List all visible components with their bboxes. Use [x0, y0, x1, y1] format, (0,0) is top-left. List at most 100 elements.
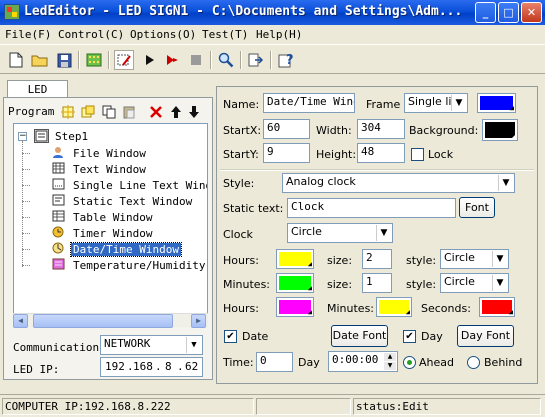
chevron-down-icon: ◢	[405, 308, 410, 316]
clock-label: Clock	[223, 228, 253, 241]
toolbar-separator	[240, 51, 242, 69]
static-text-label: Static text:	[223, 202, 284, 215]
communication-select[interactable]: NETWORK ▼	[100, 335, 203, 355]
frame-select[interactable]: Single line ▼	[404, 93, 468, 113]
person-icon	[52, 146, 67, 160]
frame-color-picker[interactable]: ◢	[477, 93, 516, 113]
behind-radio[interactable]	[467, 356, 480, 369]
minimize-button[interactable]: _	[475, 2, 496, 23]
hours-color-picker[interactable]: ◢	[276, 249, 314, 269]
hours-size-label: size:	[327, 254, 353, 267]
day-checkbox[interactable]: ✔	[403, 330, 416, 343]
height-field[interactable]: 48	[357, 143, 405, 163]
seconds-color-picker[interactable]: ◢	[479, 297, 515, 317]
scroll-right-icon[interactable]: ▶	[191, 314, 206, 328]
startx-field[interactable]: 60	[263, 119, 310, 139]
tree-label: Text Window	[73, 162, 146, 176]
grid-icon	[52, 162, 67, 176]
background-label: Background:	[409, 124, 479, 137]
collapse-icon[interactable]: −	[18, 132, 27, 141]
date-font-button[interactable]: Date Font	[331, 325, 388, 347]
paste-icon[interactable]	[122, 105, 136, 119]
minutes-color-picker[interactable]: ◢	[276, 273, 314, 293]
tree-item[interactable]: Timer Window	[22, 226, 154, 240]
scroll-thumb[interactable]	[33, 314, 173, 328]
tab-led-sign1[interactable]: LED SIGN1	[7, 80, 68, 113]
lock-checkbox[interactable]	[411, 148, 424, 161]
ahead-radio[interactable]	[403, 356, 416, 369]
tree-connector	[22, 265, 30, 266]
add-window-icon[interactable]	[61, 105, 75, 119]
menu-options[interactable]: Options(O)	[130, 28, 196, 41]
edit-program-icon[interactable]	[114, 50, 134, 70]
minutes-style-select[interactable]: Circle ▼	[440, 273, 509, 293]
step-play-icon[interactable]	[163, 50, 183, 70]
hours-size-field[interactable]: 2	[362, 249, 392, 269]
stop-icon[interactable]	[186, 50, 206, 70]
open-folder-icon[interactable]	[30, 50, 50, 70]
font-button[interactable]: Font	[459, 197, 495, 218]
maximize-button[interactable]: □	[498, 2, 519, 23]
style-select[interactable]: Analog clock ▼	[282, 173, 515, 193]
day-time-spinner[interactable]: 0:00:00 ▲ ▼	[328, 351, 398, 372]
scroll-left-icon[interactable]: ◀	[13, 314, 28, 328]
divider	[220, 169, 534, 171]
title-bar: LedEditor - LED SIGN1 - C:\Documents and…	[0, 0, 545, 25]
menu-test[interactable]: Test(T)	[202, 28, 248, 41]
copy-icon[interactable]	[102, 105, 116, 119]
spin-down-icon[interactable]: ▼	[384, 362, 396, 370]
menu-control[interactable]: Control(C)	[58, 28, 124, 41]
minutes-size-field[interactable]: 1	[362, 273, 392, 293]
day-label: Day	[421, 330, 443, 343]
send-icon[interactable]	[246, 50, 266, 70]
move-down-icon[interactable]	[187, 105, 201, 119]
ip-octet: 168	[133, 360, 153, 373]
delete-icon[interactable]	[149, 105, 163, 119]
new-file-icon[interactable]	[6, 50, 26, 70]
chevron-down-icon: ◢	[509, 104, 514, 112]
time-field[interactable]: 0	[256, 352, 293, 372]
menu-file[interactable]: File(F)	[5, 28, 51, 41]
clock-select[interactable]: Circle ▼	[287, 223, 393, 243]
spin-up-icon[interactable]: ▲	[384, 353, 396, 361]
led-screen-icon[interactable]	[84, 50, 104, 70]
tree-item[interactable]: Single Line Text Wind	[22, 178, 207, 192]
close-button[interactable]: ✕	[521, 2, 542, 23]
hand-minutes-color-picker[interactable]: ◢	[376, 297, 412, 317]
hours-style-value: Circle	[444, 251, 475, 264]
minutes-style-label: style:	[406, 278, 437, 291]
background-color-picker[interactable]: ◢	[482, 119, 518, 141]
static-text-field[interactable]: Clock	[287, 198, 456, 218]
tree-item[interactable]: Static Text Window	[22, 194, 194, 208]
hand-minutes-label: Minutes:	[327, 302, 375, 315]
add-program-icon[interactable]	[81, 105, 95, 119]
zoom-icon[interactable]	[216, 50, 236, 70]
tree-item[interactable]: Text Window	[22, 162, 148, 176]
app-icon	[4, 4, 20, 20]
hours-style-select[interactable]: Circle ▼	[440, 249, 509, 269]
move-up-icon[interactable]	[169, 105, 183, 119]
tree-item[interactable]: File Window	[22, 146, 148, 160]
width-field[interactable]: 304	[357, 119, 405, 139]
starty-field[interactable]: 9	[263, 143, 310, 163]
hand-hours-color-picker[interactable]: ◢	[276, 297, 314, 317]
svg-text:?: ?	[286, 53, 294, 68]
toolbar-separator	[78, 51, 80, 69]
status-spacer	[256, 398, 351, 415]
toolbar-separator	[270, 51, 272, 69]
tree-item-step1[interactable]: Step1	[34, 129, 90, 143]
date-checkbox[interactable]: ✔	[224, 330, 237, 343]
tree-horizontal-scrollbar[interactable]: ◀ ▶	[13, 313, 208, 328]
tree-item[interactable]: Date/Time Window	[22, 241, 182, 257]
help-icon[interactable]: ?	[276, 50, 296, 70]
program-tree[interactable]: − Step1 File Window Text Window Single Lin…	[13, 123, 208, 327]
tree-item[interactable]: Table Window	[22, 210, 154, 224]
tree-item[interactable]: Temperature/Humidity	[22, 258, 207, 272]
led-ip-field[interactable]: 192 . 168 . 8 . 62	[100, 357, 203, 377]
menu-help[interactable]: Help(H)	[256, 28, 302, 41]
play-icon[interactable]	[140, 50, 160, 70]
starty-label: StartY:	[223, 148, 259, 161]
save-icon[interactable]	[54, 50, 74, 70]
name-field[interactable]: Date/Time Windo	[263, 93, 355, 113]
day-font-button[interactable]: Day Font	[457, 325, 514, 347]
